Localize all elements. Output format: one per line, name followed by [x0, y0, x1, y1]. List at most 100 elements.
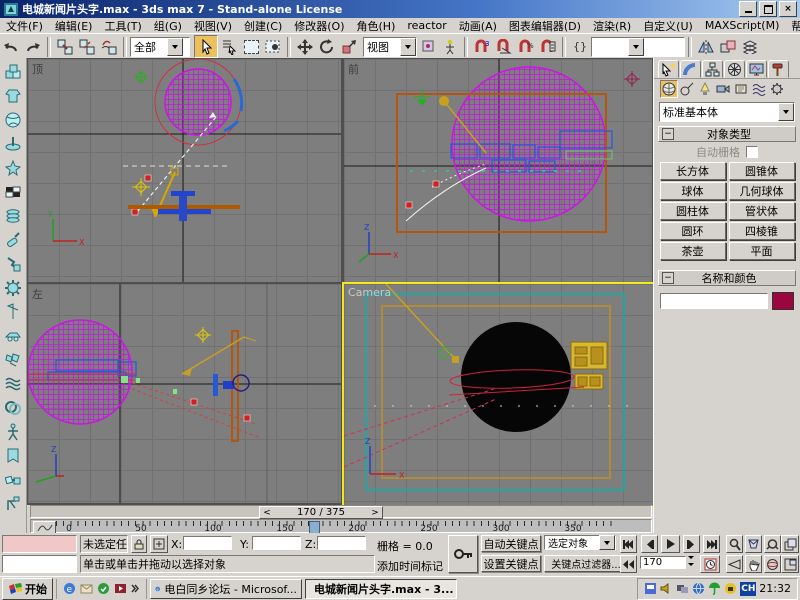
reactor-spring-icon[interactable] [2, 204, 24, 228]
reactor-constraint-solver-icon[interactable] [2, 396, 24, 420]
reactor-attach-to-rigid-body-icon[interactable] [2, 468, 24, 492]
select-and-move-button[interactable] [294, 36, 316, 57]
close-button[interactable]: × [779, 1, 797, 17]
reactor-plane-icon[interactable] [2, 180, 24, 204]
category-space-warps-icon[interactable] [750, 80, 768, 98]
menu-tools[interactable]: 工具(T) [98, 18, 147, 34]
menu-group[interactable]: 组(G) [148, 18, 188, 34]
tray-app-icon[interactable] [644, 582, 657, 595]
set-keys-button[interactable] [448, 535, 478, 573]
select-by-name-button[interactable] [218, 36, 240, 57]
tab-modify[interactable] [680, 60, 701, 78]
menu-character[interactable]: 角色(H) [351, 18, 402, 34]
next-frame-button[interactable] [683, 535, 700, 553]
go-to-end-button[interactable] [703, 535, 720, 553]
pan-view-button[interactable] [745, 555, 762, 573]
y-coordinate-field[interactable] [252, 536, 301, 550]
tab-hierarchy[interactable] [702, 60, 723, 78]
angle-snap-toggle-button[interactable] [493, 36, 515, 57]
globe-icon[interactable] [692, 582, 705, 595]
green-app-icon[interactable] [97, 582, 110, 595]
zoom-extents-button[interactable] [764, 535, 781, 553]
tab-utilities[interactable] [768, 60, 789, 78]
category-systems-icon[interactable] [768, 80, 786, 98]
snaps-toggle-button[interactable]: 3 [471, 36, 493, 57]
current-frame-field[interactable]: 170 [640, 556, 686, 569]
window-crossing-toggle-button[interactable] [262, 36, 284, 57]
reactor-ragdoll-icon[interactable] [2, 420, 24, 444]
object-color-swatch[interactable] [772, 292, 794, 310]
selection-lock-toggle[interactable] [131, 535, 147, 553]
go-to-start-button[interactable] [620, 535, 637, 553]
box-button[interactable]: 长方体 [660, 162, 726, 180]
dropdown-arrow-icon[interactable] [167, 38, 183, 56]
taskbar-item-3dsmax[interactable]: 电城新闻片头字.max - 3... [305, 579, 457, 599]
play-animation-button[interactable] [661, 535, 680, 553]
autogrid-checkbox[interactable] [746, 146, 758, 158]
teapot-button[interactable]: 茶壶 [660, 242, 726, 260]
layer-manager-button[interactable] [739, 36, 761, 57]
select-and-manipulate-button[interactable] [439, 36, 461, 57]
select-and-scale-button[interactable] [338, 36, 360, 57]
mail-icon[interactable] [80, 582, 93, 595]
key-mode-toggle-button[interactable] [620, 555, 637, 573]
minimize-button[interactable] [739, 1, 757, 17]
percent-snap-toggle-button[interactable]: % [515, 36, 537, 57]
unlink-selection-icon[interactable] [76, 36, 98, 57]
dropdown-arrow-icon[interactable] [400, 38, 416, 56]
select-object-button[interactable] [194, 35, 218, 58]
track-bar[interactable]: 0 50 100 150 200 250 300 350 [30, 519, 652, 533]
category-helpers-icon[interactable] [732, 80, 750, 98]
collapse-icon[interactable]: − [662, 128, 674, 140]
sphere-button[interactable]: 球体 [660, 182, 726, 200]
category-geometry-icon[interactable] [660, 80, 678, 98]
redo-button[interactable] [22, 36, 44, 57]
select-and-link-icon[interactable] [54, 36, 76, 57]
mirror-button[interactable] [695, 36, 717, 57]
menu-graph-editors[interactable]: 图表编辑器(D) [503, 18, 587, 34]
frame-forward-arrow[interactable]: > [368, 508, 382, 518]
tab-display[interactable] [746, 60, 767, 78]
menu-modifiers[interactable]: 修改器(O) [288, 18, 350, 34]
pyramid-button[interactable]: 四棱锥 [729, 222, 795, 240]
named-selection-sets-dropdown[interactable] [591, 37, 685, 57]
menu-reactor[interactable]: reactor [401, 19, 452, 32]
arc-rotate-button[interactable] [764, 555, 781, 573]
menu-create[interactable]: 创建(C) [238, 18, 288, 34]
reactor-water-icon[interactable] [2, 372, 24, 396]
x-coordinate-field[interactable] [183, 536, 232, 550]
selection-set-dropdown[interactable]: 选定对象 [544, 535, 616, 550]
menu-animation[interactable]: 动画(A) [453, 18, 503, 34]
set-key-button[interactable]: 设置关键点 [481, 555, 541, 572]
time-slider-track[interactable]: < 170 / 375 > [30, 505, 652, 518]
field-of-view-button[interactable] [726, 555, 743, 573]
cylinder-button[interactable]: 圆柱体 [660, 202, 726, 220]
internet-explorer-icon[interactable]: e [63, 582, 76, 595]
min-max-toggle-button[interactable] [781, 555, 799, 573]
network-icon[interactable] [676, 582, 689, 595]
selection-filter-dropdown[interactable]: 全部 [130, 37, 190, 57]
language-indicator[interactable]: CH [740, 582, 756, 596]
spinner-snap-toggle-button[interactable] [537, 36, 559, 57]
reference-coordinate-dropdown[interactable]: 视图 [363, 37, 417, 57]
previous-frame-button[interactable] [641, 535, 658, 553]
align-button[interactable] [717, 36, 739, 57]
viewport-camera-label[interactable]: Camera [348, 286, 391, 299]
cone-button[interactable]: 圆锥体 [729, 162, 795, 180]
maximize-button[interactable] [759, 1, 777, 17]
dropdown-arrow-icon[interactable] [778, 103, 794, 121]
reactor-toy-car-icon[interactable] [2, 324, 24, 348]
menu-edit[interactable]: 编辑(E) [49, 18, 99, 34]
geosphere-button[interactable]: 几何球体 [729, 182, 795, 200]
zoom-all-button[interactable] [745, 535, 762, 553]
viewport-camera[interactable]: Camera ZX [342, 282, 656, 508]
dropdown-arrow-icon[interactable] [628, 38, 644, 56]
tube-button[interactable]: 管状体 [729, 202, 795, 220]
menu-maxscript[interactable]: MAXScript(M) [699, 19, 786, 32]
frame-spinner[interactable] [688, 556, 697, 571]
absolute-offset-mode-toggle[interactable] [150, 535, 168, 553]
reactor-fracture-icon[interactable] [2, 348, 24, 372]
geometry-type-dropdown[interactable]: 标准基本体 [659, 102, 795, 122]
z-coordinate-field[interactable] [317, 536, 366, 550]
viewport-top[interactable]: 顶 [28, 59, 341, 282]
